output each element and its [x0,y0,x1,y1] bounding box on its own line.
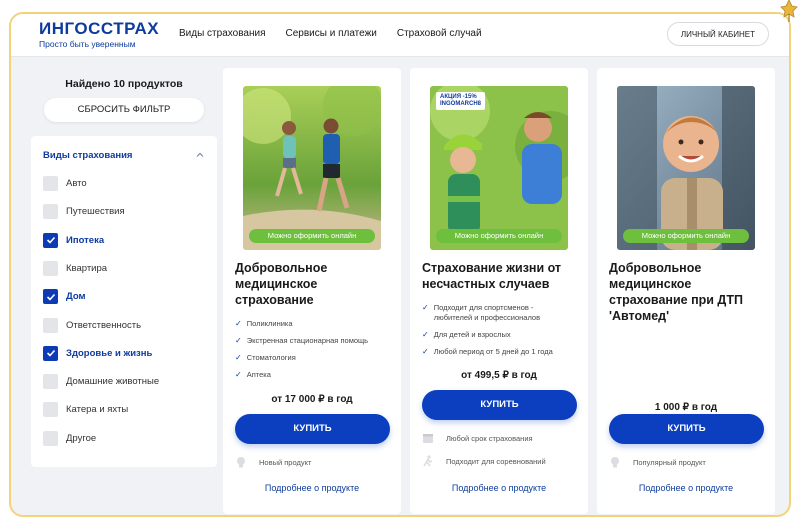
feature-item: ✓ Поликлиника [235,319,293,328]
product-image-boy-car: Можно оформить онлайн [617,86,755,250]
filter-option[interactable]: Путешествия [43,204,125,220]
checkbox-checked[interactable] [43,289,58,305]
product-image-runners: Можно оформить онлайн [243,86,381,250]
page-frame: ИНГОССТРАХ Просто быть уверенным Виды ст… [9,12,791,517]
checkbox-checked[interactable] [43,232,58,248]
nav-insured-event[interactable]: Страховой случай [397,28,482,39]
check-icon: ✓ [422,347,429,356]
checkbox[interactable] [43,260,58,276]
filter-option-label: Путешествия [66,206,125,218]
promo-badge: АКЦИЯ -15% INGOMARCH8 [436,92,486,110]
checkbox[interactable] [43,374,58,390]
filter-option-label: Ответственность [66,319,142,331]
checkbox[interactable] [43,176,58,191]
check-icon: ✓ [235,353,242,362]
check-icon: ✓ [422,303,429,312]
nav-insurance-types[interactable]: Виды страхования [179,28,266,39]
filter-option-label: Дом [66,291,86,303]
product-details-link[interactable]: Подробнее о продукте [597,483,775,493]
product-card-dms: Можно оформить онлайн Добровольное медиц… [223,68,401,514]
promo-label: АКЦИЯ -15% [440,94,477,100]
check-icon [46,293,55,301]
filter-option[interactable]: Авто [43,176,87,191]
logo[interactable]: ИНГОССТРАХ Просто быть уверенным [39,19,159,49]
reset-filter-button[interactable]: СБРОСИТЬ ФИЛЬТР [44,98,204,122]
nav-services-payments[interactable]: Сервисы и платежи [286,28,377,39]
chevron-up-icon[interactable] [195,150,205,160]
lightbulb-icon [237,457,245,468]
filter-option[interactable]: Дом [43,289,86,305]
feature-list: ✓ Подходит для спортсменов - любителей и … [422,303,574,364]
product-price: от 17 000 ₽ в год [271,394,353,405]
feature-item: ✓ Экстренная стационарная помощь [235,336,369,345]
pin-icon [780,0,798,22]
check-icon: ✓ [235,370,242,379]
product-image-father-son: АКЦИЯ -15% INGOMARCH8 Можно оформить онл… [430,86,568,250]
personal-account-button[interactable]: ЛИЧНЫЙ КАБИНЕТ [666,22,769,46]
filter-option[interactable]: Другое [43,430,97,446]
runner-icon [423,455,433,467]
check-icon [46,237,55,244]
buy-button[interactable]: КУПИТЬ [422,390,577,420]
product-title[interactable]: Страхование жизни от несчастных случаев [422,260,582,292]
filter-option-label: Домашние животные [66,376,160,388]
logo-title: ИНГОССТРАХ [39,19,160,38]
product-card-accident: АКЦИЯ -15% INGOMARCH8 Можно оформить онл… [410,68,588,514]
online-badge: Можно оформить онлайн [623,229,749,243]
checkbox[interactable] [43,317,58,333]
check-icon [46,350,55,357]
main-nav: Виды страхования Сервисы и платежи Страх… [179,28,482,39]
product-details-link[interactable]: Подробнее о продукте [223,483,401,493]
feature-item: ✓ Любой период от 5 дней до 1 года [422,347,553,356]
product-card-automed: Можно оформить онлайн Добровольное медиц… [597,68,775,514]
product-meta: Популярный продукт [609,456,706,468]
product-meta: Подходит для соревнований [422,455,546,467]
check-icon: ✓ [422,330,429,339]
product-title[interactable]: Добровольное медицинское страхование при… [609,260,769,324]
filter-option-label: Ипотека [66,234,105,246]
logo-subtitle: Просто быть уверенным [39,39,136,49]
product-title[interactable]: Добровольное медицинское страхование [235,260,395,308]
buy-button[interactable]: КУПИТЬ [235,414,390,444]
product-meta: Любой срок страхования [422,432,533,444]
filter-option-label: Катера и яхты [66,404,129,416]
filter-option[interactable]: Ответственность [43,317,142,333]
filter-option[interactable]: Ипотека [43,232,105,248]
lightbulb-icon [611,457,619,468]
online-badge: Можно оформить онлайн [436,229,562,243]
checkbox[interactable] [43,402,58,418]
filter-option[interactable]: Квартира [43,260,108,276]
product-meta: Новый продукт [235,456,311,468]
filter-option-label: Авто [66,178,87,189]
found-count: Найдено 10 продуктов [65,78,183,90]
promo-code: INGOMARCH8 [440,101,482,107]
product-price: 1 000 ₽ в год [654,402,718,413]
online-badge: Можно оформить онлайн [249,229,375,243]
checkbox-checked[interactable] [43,345,58,361]
calendar-icon [423,434,433,443]
site-header: ИНГОССТРАХ Просто быть уверенным Виды ст… [11,14,789,57]
product-details-link[interactable]: Подробнее о продукте [410,483,588,493]
checkbox[interactable] [43,430,58,446]
filter-option-label: Квартира [66,262,108,274]
feature-item: ✓ Стоматология [235,353,296,362]
filter-option-label: Здоровье и жизнь [66,347,153,359]
filter-option[interactable]: Катера и яхты [43,402,129,418]
checkbox[interactable] [43,204,58,220]
feature-item: ✓ Аптека [235,370,271,379]
filter-panel: Виды страхования Авто Путешествия Ипотека К… [31,136,217,467]
buy-button[interactable]: КУПИТЬ [609,414,764,444]
filter-option-label: Другое [66,432,97,444]
filter-option[interactable]: Домашние животные [43,374,160,390]
check-icon: ✓ [235,336,242,345]
feature-item: ✓ Подходит для спортсменов - любителей и … [422,303,541,322]
check-icon: ✓ [235,319,242,328]
filter-section-title[interactable]: Виды страхования [43,150,132,161]
product-price: от 499,5 ₽ в год [461,370,537,381]
feature-list: ✓ Поликлиника ✓ Экстренная стационарная по… [235,319,368,387]
filter-summary: Найдено 10 продуктов СБРОСИТЬ ФИЛЬТР [31,68,217,132]
filter-option[interactable]: Здоровье и жизнь [43,345,153,361]
feature-item: ✓ Для детей и взрослых [422,330,511,339]
